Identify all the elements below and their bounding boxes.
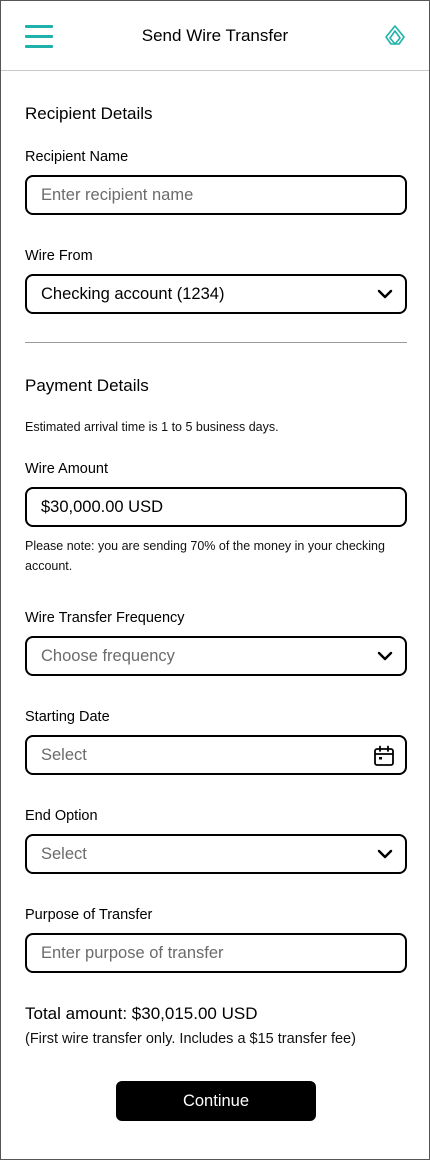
wire-amount-value: $30,000.00 USD (41, 498, 164, 516)
page-title: Send Wire Transfer (141, 26, 289, 45)
app-frame: Send Wire Transfer Recipient Details Rec… (0, 0, 430, 1160)
wire-from-value: Checking account (1234) (41, 285, 225, 303)
end-option-select[interactable]: Select (25, 834, 407, 874)
starting-date-label: Starting Date (25, 709, 110, 725)
wire-amount-note: Please note: you are sending 70% of the … (25, 539, 385, 573)
wire-from-select[interactable]: Checking account (1234) (25, 274, 407, 314)
calendar-icon[interactable] (373, 745, 395, 767)
wire-from-label: Wire From (25, 248, 93, 264)
section-divider (25, 342, 407, 343)
arrival-time-note: Estimated arrival time is 1 to 5 busines… (25, 420, 279, 434)
recipient-name-input[interactable]: Enter recipient name (25, 175, 407, 215)
purpose-placeholder: Enter purpose of transfer (41, 944, 224, 962)
frequency-label: Wire Transfer Frequency (25, 610, 185, 626)
recipient-name-label: Recipient Name (25, 149, 129, 165)
diamond-logo-icon[interactable] (383, 24, 407, 48)
total-amount-note: (First wire transfer only. Includes a $1… (25, 1031, 356, 1047)
chevron-down-icon (377, 849, 393, 859)
end-option-placeholder: Select (41, 845, 87, 863)
top-app-bar: Send Wire Transfer (1, 1, 429, 71)
chevron-down-icon (377, 651, 393, 661)
starting-date-placeholder: Select (41, 746, 87, 764)
frequency-select[interactable]: Choose frequency (25, 636, 407, 676)
recipient-name-placeholder: Enter recipient name (41, 186, 194, 204)
starting-date-input[interactable]: Select (25, 735, 407, 775)
total-amount: Total amount: $30,015.00 USD (25, 1004, 258, 1023)
chevron-down-icon (377, 289, 393, 299)
end-option-label: End Option (25, 808, 98, 824)
wire-amount-input[interactable]: $30,000.00 USD (25, 487, 407, 527)
purpose-input[interactable]: Enter purpose of transfer (25, 933, 407, 973)
recipient-details-heading: Recipient Details (25, 104, 153, 123)
wire-amount-label: Wire Amount (25, 461, 108, 477)
purpose-label: Purpose of Transfer (25, 907, 153, 923)
frequency-placeholder: Choose frequency (41, 647, 175, 665)
continue-button[interactable]: Continue (116, 1081, 316, 1121)
payment-details-heading: Payment Details (25, 376, 149, 395)
